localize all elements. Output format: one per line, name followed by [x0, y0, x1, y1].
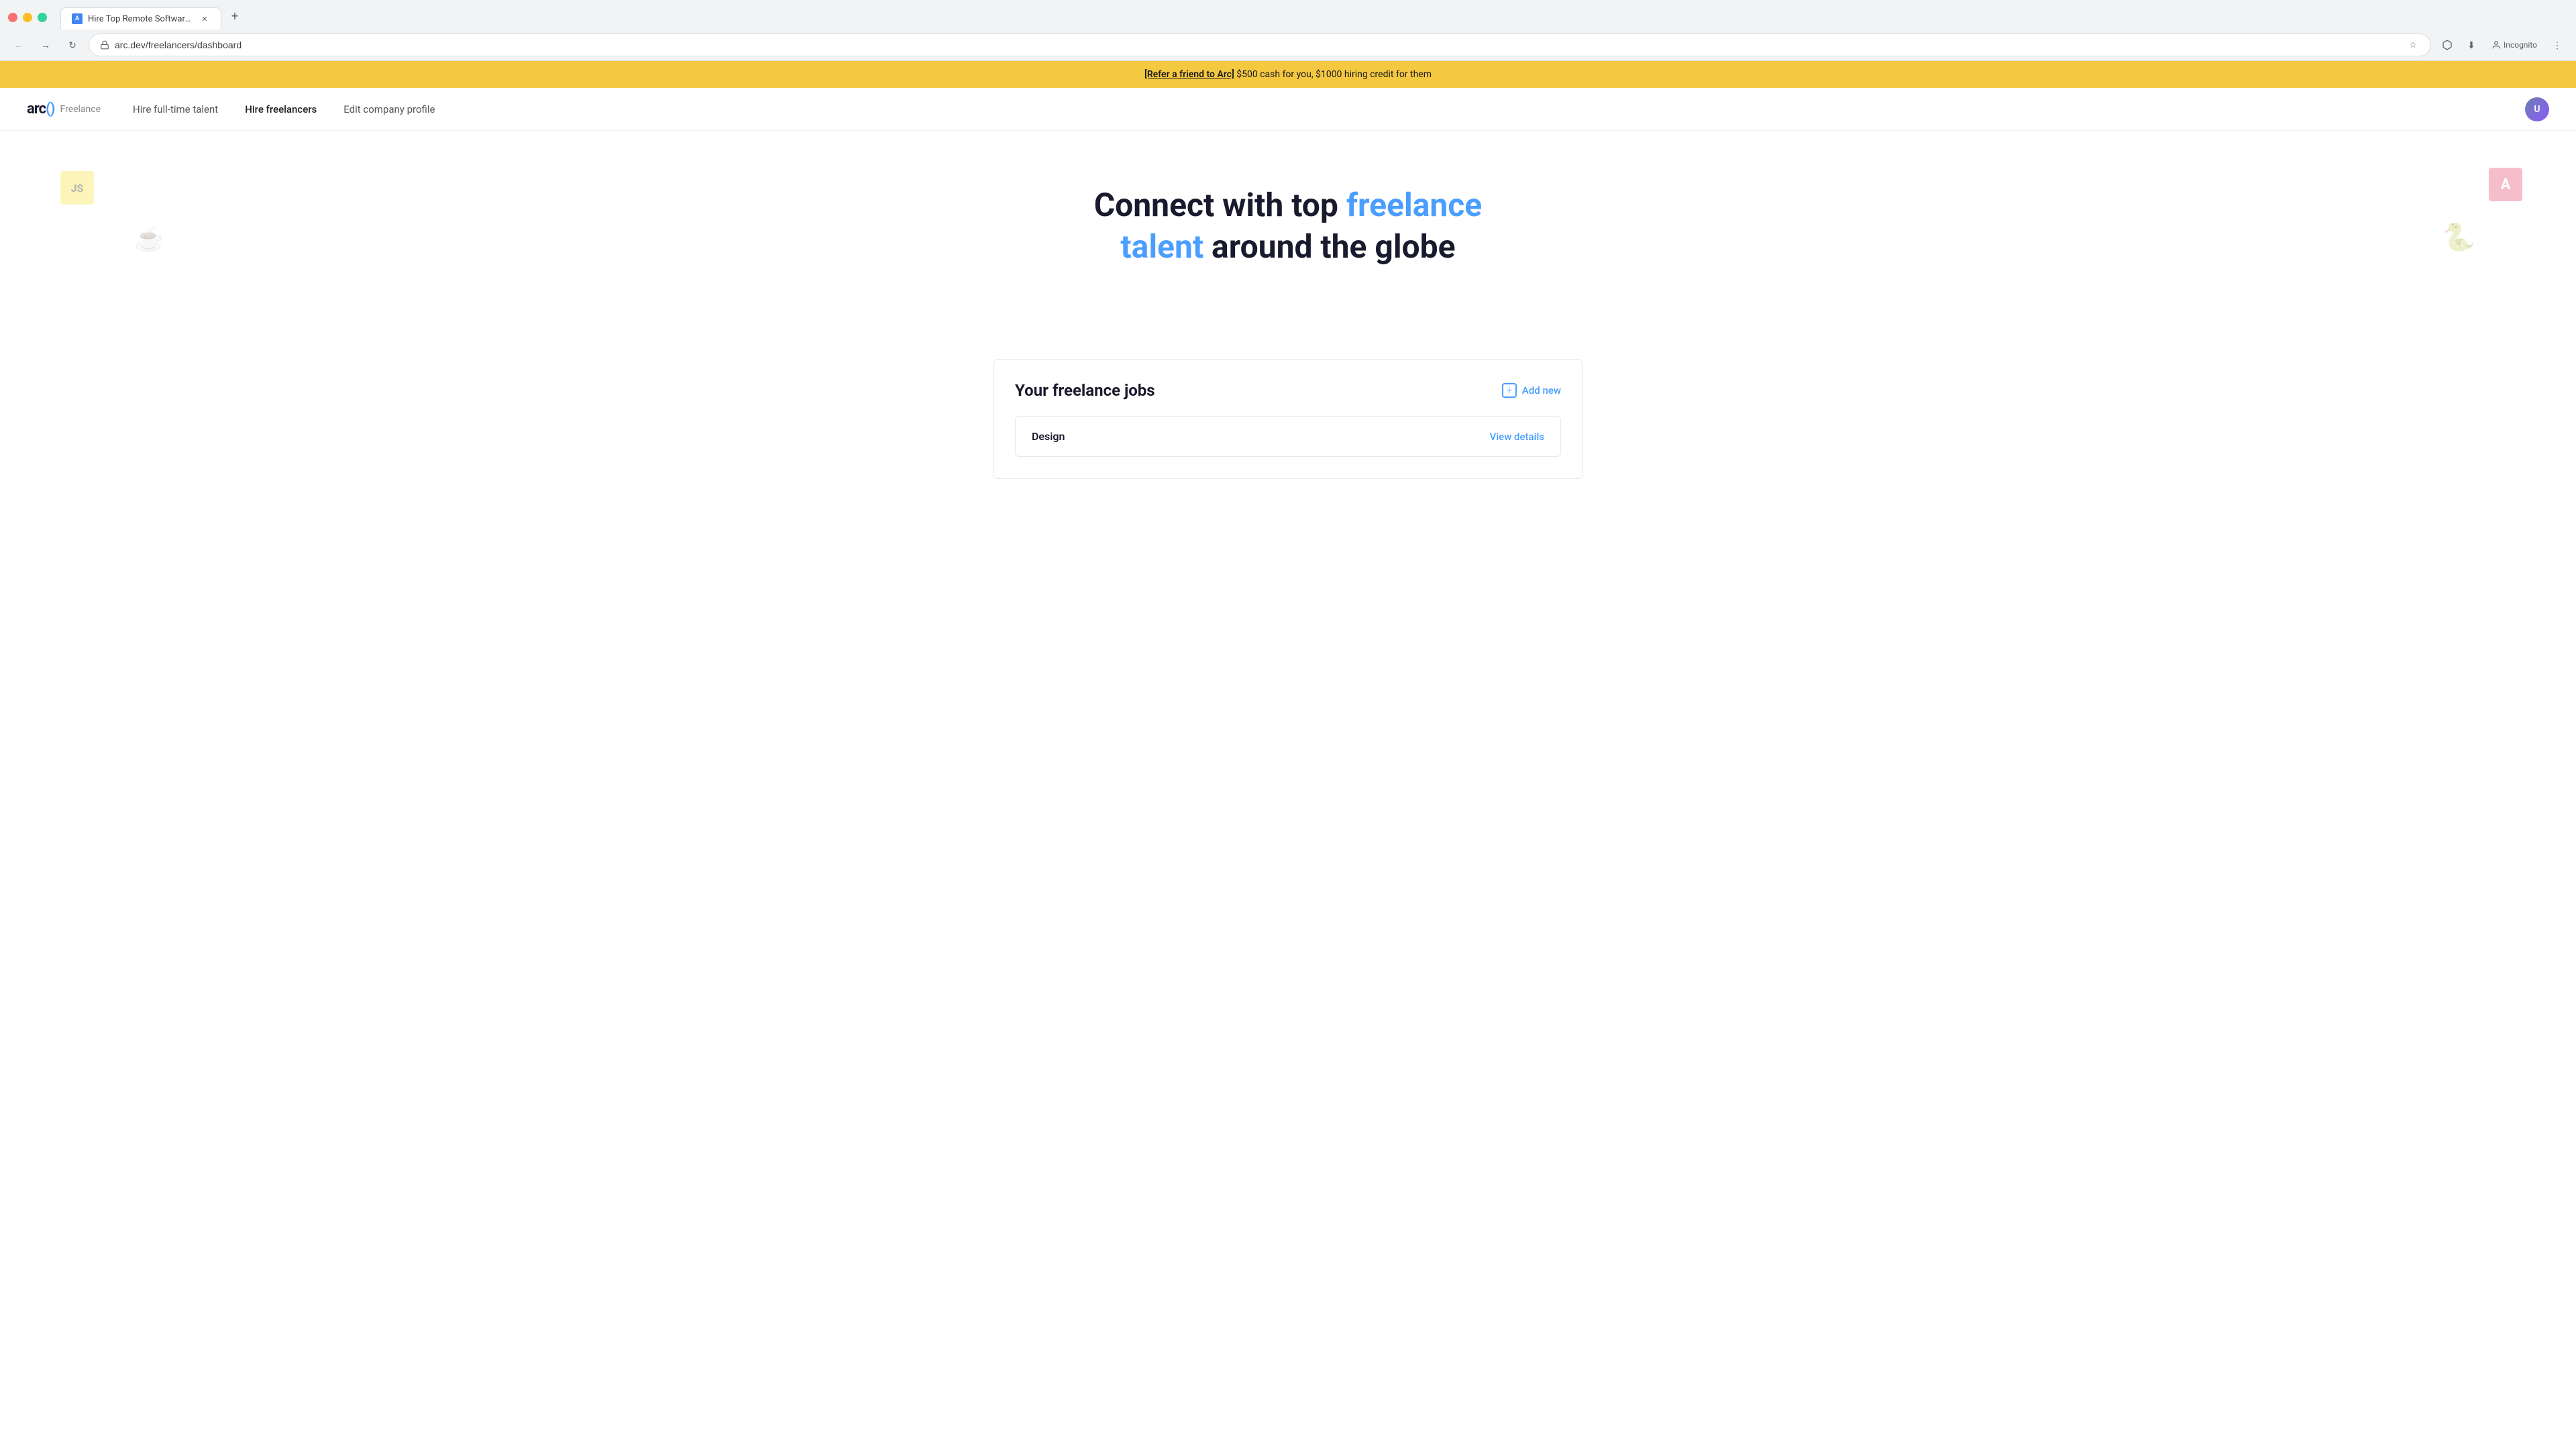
js-icon: JS	[60, 171, 94, 205]
hero-title-part2: around the globe	[1203, 227, 1455, 266]
refresh-button[interactable]: ↻	[62, 34, 83, 56]
add-new-label: Add new	[1522, 384, 1561, 396]
nav-hire-freelancers[interactable]: Hire freelancers	[245, 103, 317, 115]
incognito-label: Incognito	[2504, 40, 2537, 50]
tab-favicon: A	[72, 13, 83, 24]
promo-link[interactable]: [Refer a friend to Arc]	[1144, 69, 1234, 80]
tabs-bar: A Hire Top Remote Software Dev... ✕ +	[52, 5, 254, 30]
address-icons: ☆	[2406, 38, 2420, 52]
freelance-jobs-section: Your freelance jobs + Add new Design Vie…	[993, 359, 1583, 479]
logo-product: Freelance	[60, 104, 101, 115]
download-button[interactable]: ⬇	[2461, 34, 2482, 56]
incognito-badge: Incognito	[2485, 38, 2544, 52]
window-maximize-button[interactable]	[38, 13, 47, 22]
window-controls	[8, 13, 47, 22]
menu-button[interactable]: ⋮	[2546, 34, 2568, 56]
section-header: Your freelance jobs + Add new	[1015, 381, 1561, 400]
view-details-link[interactable]: View details	[1490, 431, 1544, 443]
nav-edit-company[interactable]: Edit company profile	[343, 103, 435, 115]
window-close-button[interactable]	[8, 13, 17, 22]
hero-title: Connect with top freelance talent around…	[1053, 184, 1523, 268]
window-minimize-button[interactable]	[23, 13, 32, 22]
angular-icon: A	[2489, 168, 2522, 201]
page-footer-spacer	[0, 533, 2576, 667]
main-content: Your freelance jobs + Add new Design Vie…	[966, 359, 1610, 533]
browser-chrome: A Hire Top Remote Software Dev... ✕ + ← …	[0, 0, 2576, 61]
new-tab-button[interactable]: +	[224, 5, 246, 27]
hero-section: JS A ☕ 🐍 Connect with top freelance tale…	[0, 131, 2576, 359]
job-item: Design View details	[1015, 416, 1561, 457]
extensions-button[interactable]	[2436, 34, 2458, 56]
job-name: Design	[1032, 430, 1065, 443]
add-new-button[interactable]: + Add new	[1502, 383, 1561, 398]
browser-actions: ⬇ Incognito ⋮	[2436, 34, 2568, 56]
nav-hire-fulltime[interactable]: Hire full-time talent	[133, 103, 218, 115]
promo-banner: [Refer a friend to Arc] $500 cash for yo…	[0, 61, 2576, 88]
logo: arc()	[27, 101, 55, 117]
logo-area[interactable]: arc() Freelance	[27, 101, 101, 117]
lock-icon	[100, 40, 109, 50]
back-button[interactable]: ←	[8, 34, 30, 56]
browser-titlebar: A Hire Top Remote Software Dev... ✕ +	[0, 0, 2576, 30]
java-icon: ☕	[134, 225, 164, 253]
user-avatar[interactable]: U	[2525, 97, 2549, 121]
browser-tab[interactable]: A Hire Top Remote Software Dev... ✕	[60, 7, 221, 30]
promo-text: $500 cash for you, $1000 hiring credit f…	[1234, 69, 1432, 80]
tab-title: Hire Top Remote Software Dev...	[88, 14, 194, 24]
incognito-icon	[2491, 40, 2501, 50]
plus-icon: +	[1502, 383, 1517, 398]
url-input[interactable]	[115, 40, 2401, 50]
forward-button[interactable]: →	[35, 34, 56, 56]
address-bar[interactable]: ☆	[89, 34, 2431, 56]
nav-links: Hire full-time talent Hire freelancers E…	[133, 103, 2525, 115]
puzzle-icon	[2442, 40, 2453, 50]
hero-title-part1: Connect with top	[1094, 186, 1346, 224]
python-icon: 🐍	[2442, 221, 2475, 253]
tab-close-button[interactable]: ✕	[199, 13, 210, 24]
bookmark-icon[interactable]: ☆	[2406, 38, 2420, 52]
main-nav: arc() Freelance Hire full-time talent Hi…	[0, 88, 2576, 131]
section-title: Your freelance jobs	[1015, 381, 1155, 400]
browser-toolbar: ← → ↻ ☆ ⬇ In	[0, 30, 2576, 60]
